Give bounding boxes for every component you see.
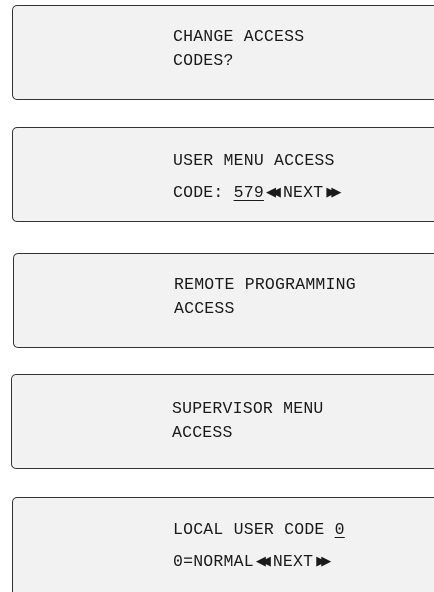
lcd-screen-supervisor-menu-access: SUPERVISOR MENU ACCESS xyxy=(11,374,434,469)
screen-line-2: 0=NORMAL ◀◀ NEXT ▶▶ xyxy=(173,552,331,572)
double-right-triangle-icon[interactable]: ▶▶ xyxy=(316,552,331,572)
next-label[interactable]: NEXT xyxy=(283,183,323,202)
next-label[interactable]: NEXT xyxy=(273,552,313,571)
screen-line-1: USER MENU ACCESS xyxy=(173,151,335,170)
screen-line-1: REMOTE PROGRAMMING xyxy=(174,275,356,294)
lcd-screen-remote-programming-access: REMOTE PROGRAMMING ACCESS xyxy=(13,253,434,348)
lcd-screen-change-access-codes: CHANGE ACCESS CODES? xyxy=(12,5,434,100)
screen-line-2: ACCESS xyxy=(174,299,235,318)
code-label: CODE: xyxy=(173,183,234,202)
double-right-triangle-icon[interactable]: ▶▶ xyxy=(326,183,341,203)
double-left-triangle-icon[interactable]: ◀◀ xyxy=(256,552,271,572)
lcd-screen-user-menu-access: USER MENU ACCESS CODE: 579 ◀◀ NEXT ▶▶ xyxy=(12,127,434,222)
screen-line-2: CODE: 579 ◀◀ NEXT ▶▶ xyxy=(173,183,341,203)
screen-line-2: CODES? xyxy=(173,51,234,70)
double-left-triangle-icon[interactable]: ◀◀ xyxy=(266,183,281,203)
lcd-screen-local-user-code: LOCAL USER CODE 0 0=NORMAL ◀◀ NEXT ▶▶ xyxy=(12,497,434,592)
screen-line-1: SUPERVISOR MENU xyxy=(172,399,324,418)
access-code-value[interactable]: 579 xyxy=(234,183,264,202)
mode-label: 0=NORMAL xyxy=(173,552,254,571)
screen-line-1: CHANGE ACCESS xyxy=(173,27,305,46)
local-user-code-value[interactable]: 0 xyxy=(335,520,345,539)
local-user-code-label: LOCAL USER CODE xyxy=(173,520,335,539)
screen-line-2: ACCESS xyxy=(172,423,233,442)
screen-line-1: LOCAL USER CODE 0 xyxy=(173,520,345,540)
